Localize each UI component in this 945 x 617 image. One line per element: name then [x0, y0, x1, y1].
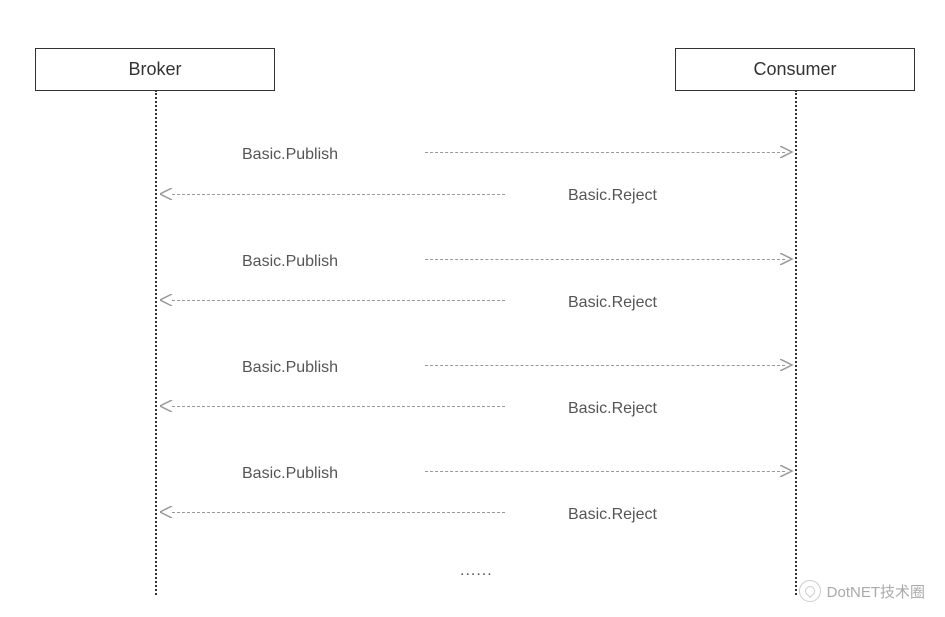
- sequence-diagram: Broker Consumer Basic.Publish Basic.Reje…: [0, 0, 945, 617]
- msg-reject: Basic.Reject: [568, 506, 657, 524]
- participant-broker: Broker: [35, 48, 275, 91]
- watermark-text: DotNET技术圈: [827, 581, 925, 602]
- participant-label: Consumer: [753, 59, 836, 79]
- arrow-right: [425, 259, 785, 260]
- lifeline-consumer: [795, 90, 797, 595]
- arrowhead-right-icon: [780, 146, 794, 158]
- arrow-right: [425, 365, 785, 366]
- msg-reject: Basic.Reject: [568, 187, 657, 205]
- participant-label: Broker: [128, 59, 181, 79]
- arrow-right: [425, 471, 785, 472]
- lifeline-broker: [155, 90, 157, 595]
- msg-publish: Basic.Publish: [242, 359, 338, 377]
- arrowhead-left-icon: [160, 506, 174, 518]
- wechat-icon: [799, 580, 821, 602]
- arrowhead-left-icon: [160, 294, 174, 306]
- arrow-right: [425, 152, 785, 153]
- msg-publish: Basic.Publish: [242, 465, 338, 483]
- msg-reject: Basic.Reject: [568, 294, 657, 312]
- watermark: DotNET技术圈: [799, 580, 925, 602]
- arrow-left: [172, 512, 505, 513]
- participant-consumer: Consumer: [675, 48, 915, 91]
- arrow-left: [172, 194, 505, 195]
- continuation-dots: ......: [460, 562, 493, 580]
- arrowhead-left-icon: [160, 400, 174, 412]
- arrow-left: [172, 406, 505, 407]
- arrowhead-right-icon: [780, 253, 794, 265]
- msg-publish: Basic.Publish: [242, 253, 338, 271]
- arrowhead-right-icon: [780, 465, 794, 477]
- msg-reject: Basic.Reject: [568, 400, 657, 418]
- arrowhead-left-icon: [160, 188, 174, 200]
- arrow-left: [172, 300, 505, 301]
- msg-publish: Basic.Publish: [242, 146, 338, 164]
- arrowhead-right-icon: [780, 359, 794, 371]
